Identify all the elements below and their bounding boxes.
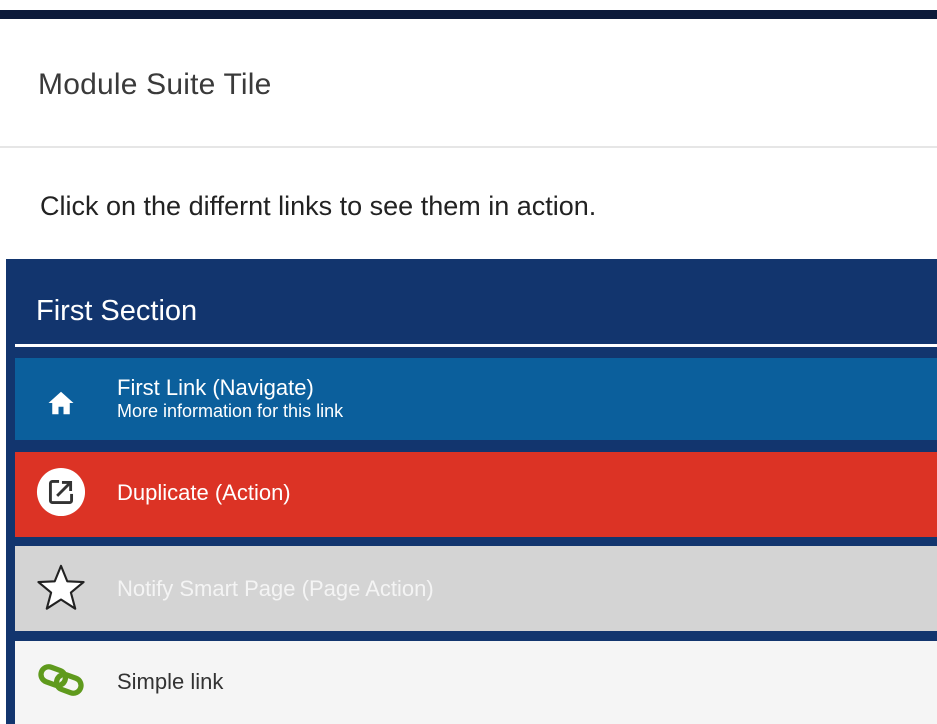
duplicate-action-link[interactable]: Duplicate (Action) xyxy=(15,452,937,537)
link-label: Simple link xyxy=(117,669,224,694)
link-text-group: Simple link xyxy=(117,670,223,694)
link-label: Duplicate (Action) xyxy=(117,480,291,505)
home-icon xyxy=(36,378,86,428)
section-title: First Section xyxy=(36,295,198,327)
title-divider xyxy=(0,146,937,148)
link-text-group: Duplicate (Action) xyxy=(117,481,291,505)
first-link-navigate[interactable]: First Link (Navigate) More information f… xyxy=(15,358,937,440)
top-bar-accent xyxy=(0,10,937,19)
tile-description: Click on the differnt links to see them … xyxy=(40,191,597,221)
external-link-icon xyxy=(36,467,86,517)
star-outline-icon xyxy=(36,563,86,613)
link-text-group: Notify Smart Page (Page Action) xyxy=(117,577,434,601)
section-divider xyxy=(15,344,937,347)
tile-title: Module Suite Tile xyxy=(38,68,272,101)
top-bar xyxy=(0,0,937,19)
link-subtext: More information for this link xyxy=(117,401,344,421)
link-text-group: First Link (Navigate) More information f… xyxy=(117,376,343,422)
chain-link-icon xyxy=(36,655,86,705)
simple-link[interactable]: Simple link xyxy=(15,641,937,724)
notify-smart-page-link[interactable]: Notify Smart Page (Page Action) xyxy=(15,546,937,631)
link-label: Notify Smart Page (Page Action) xyxy=(117,576,434,601)
first-section: First Section First Link (Navigate) More… xyxy=(6,259,937,724)
link-label: First Link (Navigate) xyxy=(117,375,314,400)
